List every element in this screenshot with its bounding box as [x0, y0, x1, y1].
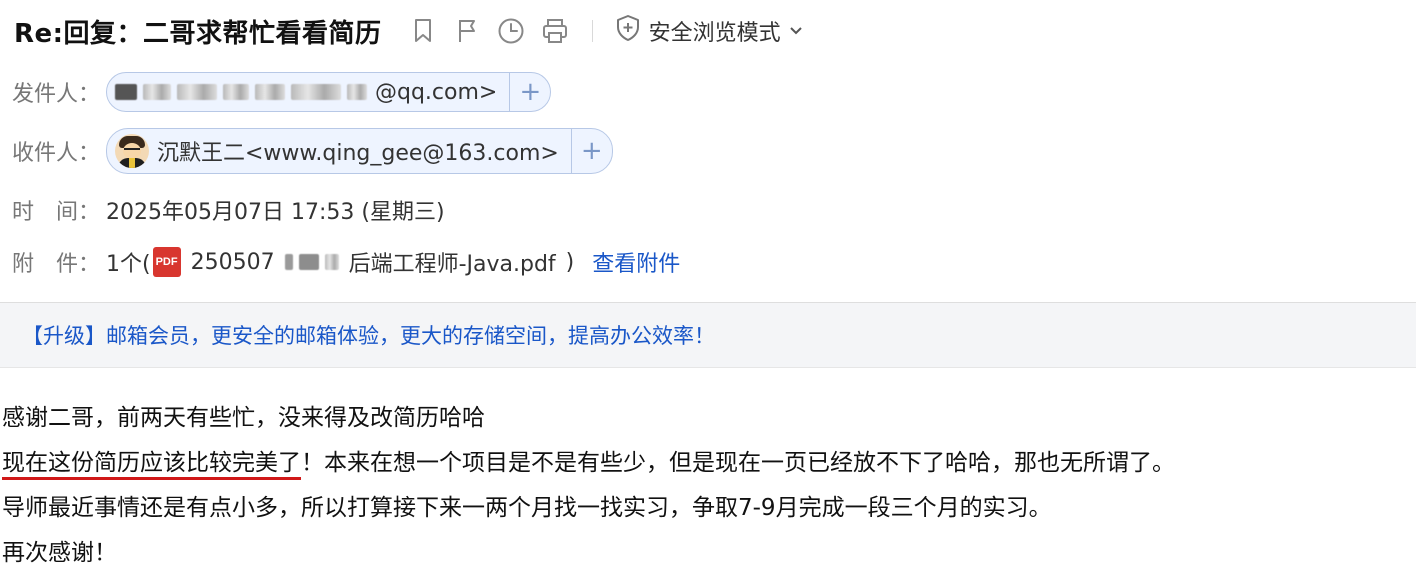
add-sender-button[interactable]: + [509, 73, 550, 111]
chevron-down-icon [789, 19, 803, 44]
to-display: 沉默王二<www.qing_gee@163.com> [157, 141, 559, 166]
from-label: 发件人： [12, 82, 101, 107]
attachment-prefix: 250507 [190, 249, 275, 275]
title-row: Re:回复：二哥求帮忙看看简历 安全浏览模式 [14, 12, 803, 50]
body-line-2: 现在这份简历应该比较完美了！本来在想一个项目是不是有些少，但是现在一页已经放不下… [2, 441, 1175, 486]
email-body: 感谢二哥，前两天有些忙，没来得及改简历哈哈 现在这份简历应该比较完美了！本来在想… [2, 396, 1175, 576]
print-icon[interactable] [540, 16, 570, 46]
from-pill[interactable]: @qq.com> + [106, 72, 552, 112]
from-row: 发件人： @qq.com> + [12, 72, 552, 112]
to-label: 收件人： [12, 141, 101, 166]
attachment-name-suffix: 后端工程师-Java.pdf [348, 252, 556, 277]
email-view: Re:回复：二哥求帮忙看看简历 安全浏览模式 发件人： @qq.com> + 收… [0, 0, 1416, 582]
attachment-file[interactable]: PDF 250507 后端工程师-Java.pdf [152, 246, 556, 278]
view-attachments-link[interactable]: 查看附件 [592, 246, 680, 278]
email-subject: Re:回复：二哥求帮忙看看简历 [14, 18, 382, 49]
body-line-4: 再次感谢！ [2, 540, 117, 566]
body-line-2-rest: ！本来在想一个项目是不是有些少，但是现在一页已经放不下了哈哈，那也无所谓了。 [301, 450, 1175, 476]
to-row: 收件人： 沉默王二<www.qing_gee@163.com> + [12, 128, 613, 174]
body-underlined-text: 现在这份简历应该比较完美了 [2, 450, 301, 476]
redacted-sender [115, 80, 367, 104]
clock-icon[interactable] [496, 16, 526, 46]
avatar [115, 134, 149, 168]
safe-mode-toggle[interactable]: 安全浏览模式 [615, 14, 803, 48]
attachment-close: ) [565, 249, 575, 275]
attachment-label: 附 件： [12, 252, 101, 277]
to-pill[interactable]: 沉默王二<www.qing_gee@163.com> + [106, 128, 613, 174]
body-line-3: 导师最近事情还是有点小多，所以打算接下来一两个月找一找实习，争取7-9月完成一段… [2, 495, 1052, 521]
upgrade-banner-text[interactable]: 【升级】邮箱会员，更安全的邮箱体验，更大的存储空间，提高办公效率！ [22, 320, 715, 350]
flag-icon[interactable] [452, 16, 482, 46]
upgrade-banner[interactable]: 【升级】邮箱会员，更安全的邮箱体验，更大的存储空间，提高办公效率！ [0, 302, 1416, 368]
redacted-attachment-name [284, 250, 339, 274]
time-label: 时 间： [12, 200, 101, 225]
time-row: 时 间： 2025年05月07日 17:53 (星期三) [12, 192, 445, 228]
pdf-icon: PDF [152, 247, 181, 277]
safe-mode-label: 安全浏览模式 [648, 21, 781, 46]
add-recipient-button[interactable]: + [570, 129, 612, 173]
toolbar-divider [591, 20, 593, 42]
attachment-row: 附 件： 1个( PDF 250507 后端工程师-Java.pdf ) 查看附… [12, 244, 680, 280]
body-line-1: 感谢二哥，前两天有些忙，没来得及改简历哈哈 [2, 405, 485, 431]
bookmark-icon[interactable] [408, 16, 438, 46]
time-value: 2025年05月07日 17:53 (星期三) [106, 200, 445, 225]
attachment-count: 1个( [106, 252, 151, 277]
to-address[interactable]: 沉默王二<www.qing_gee@163.com> [107, 129, 571, 173]
from-address[interactable]: @qq.com> [107, 73, 509, 111]
from-email-suffix: @qq.com> [375, 79, 498, 105]
shield-icon [615, 14, 641, 48]
title-toolbar: 安全浏览模式 [408, 14, 803, 48]
